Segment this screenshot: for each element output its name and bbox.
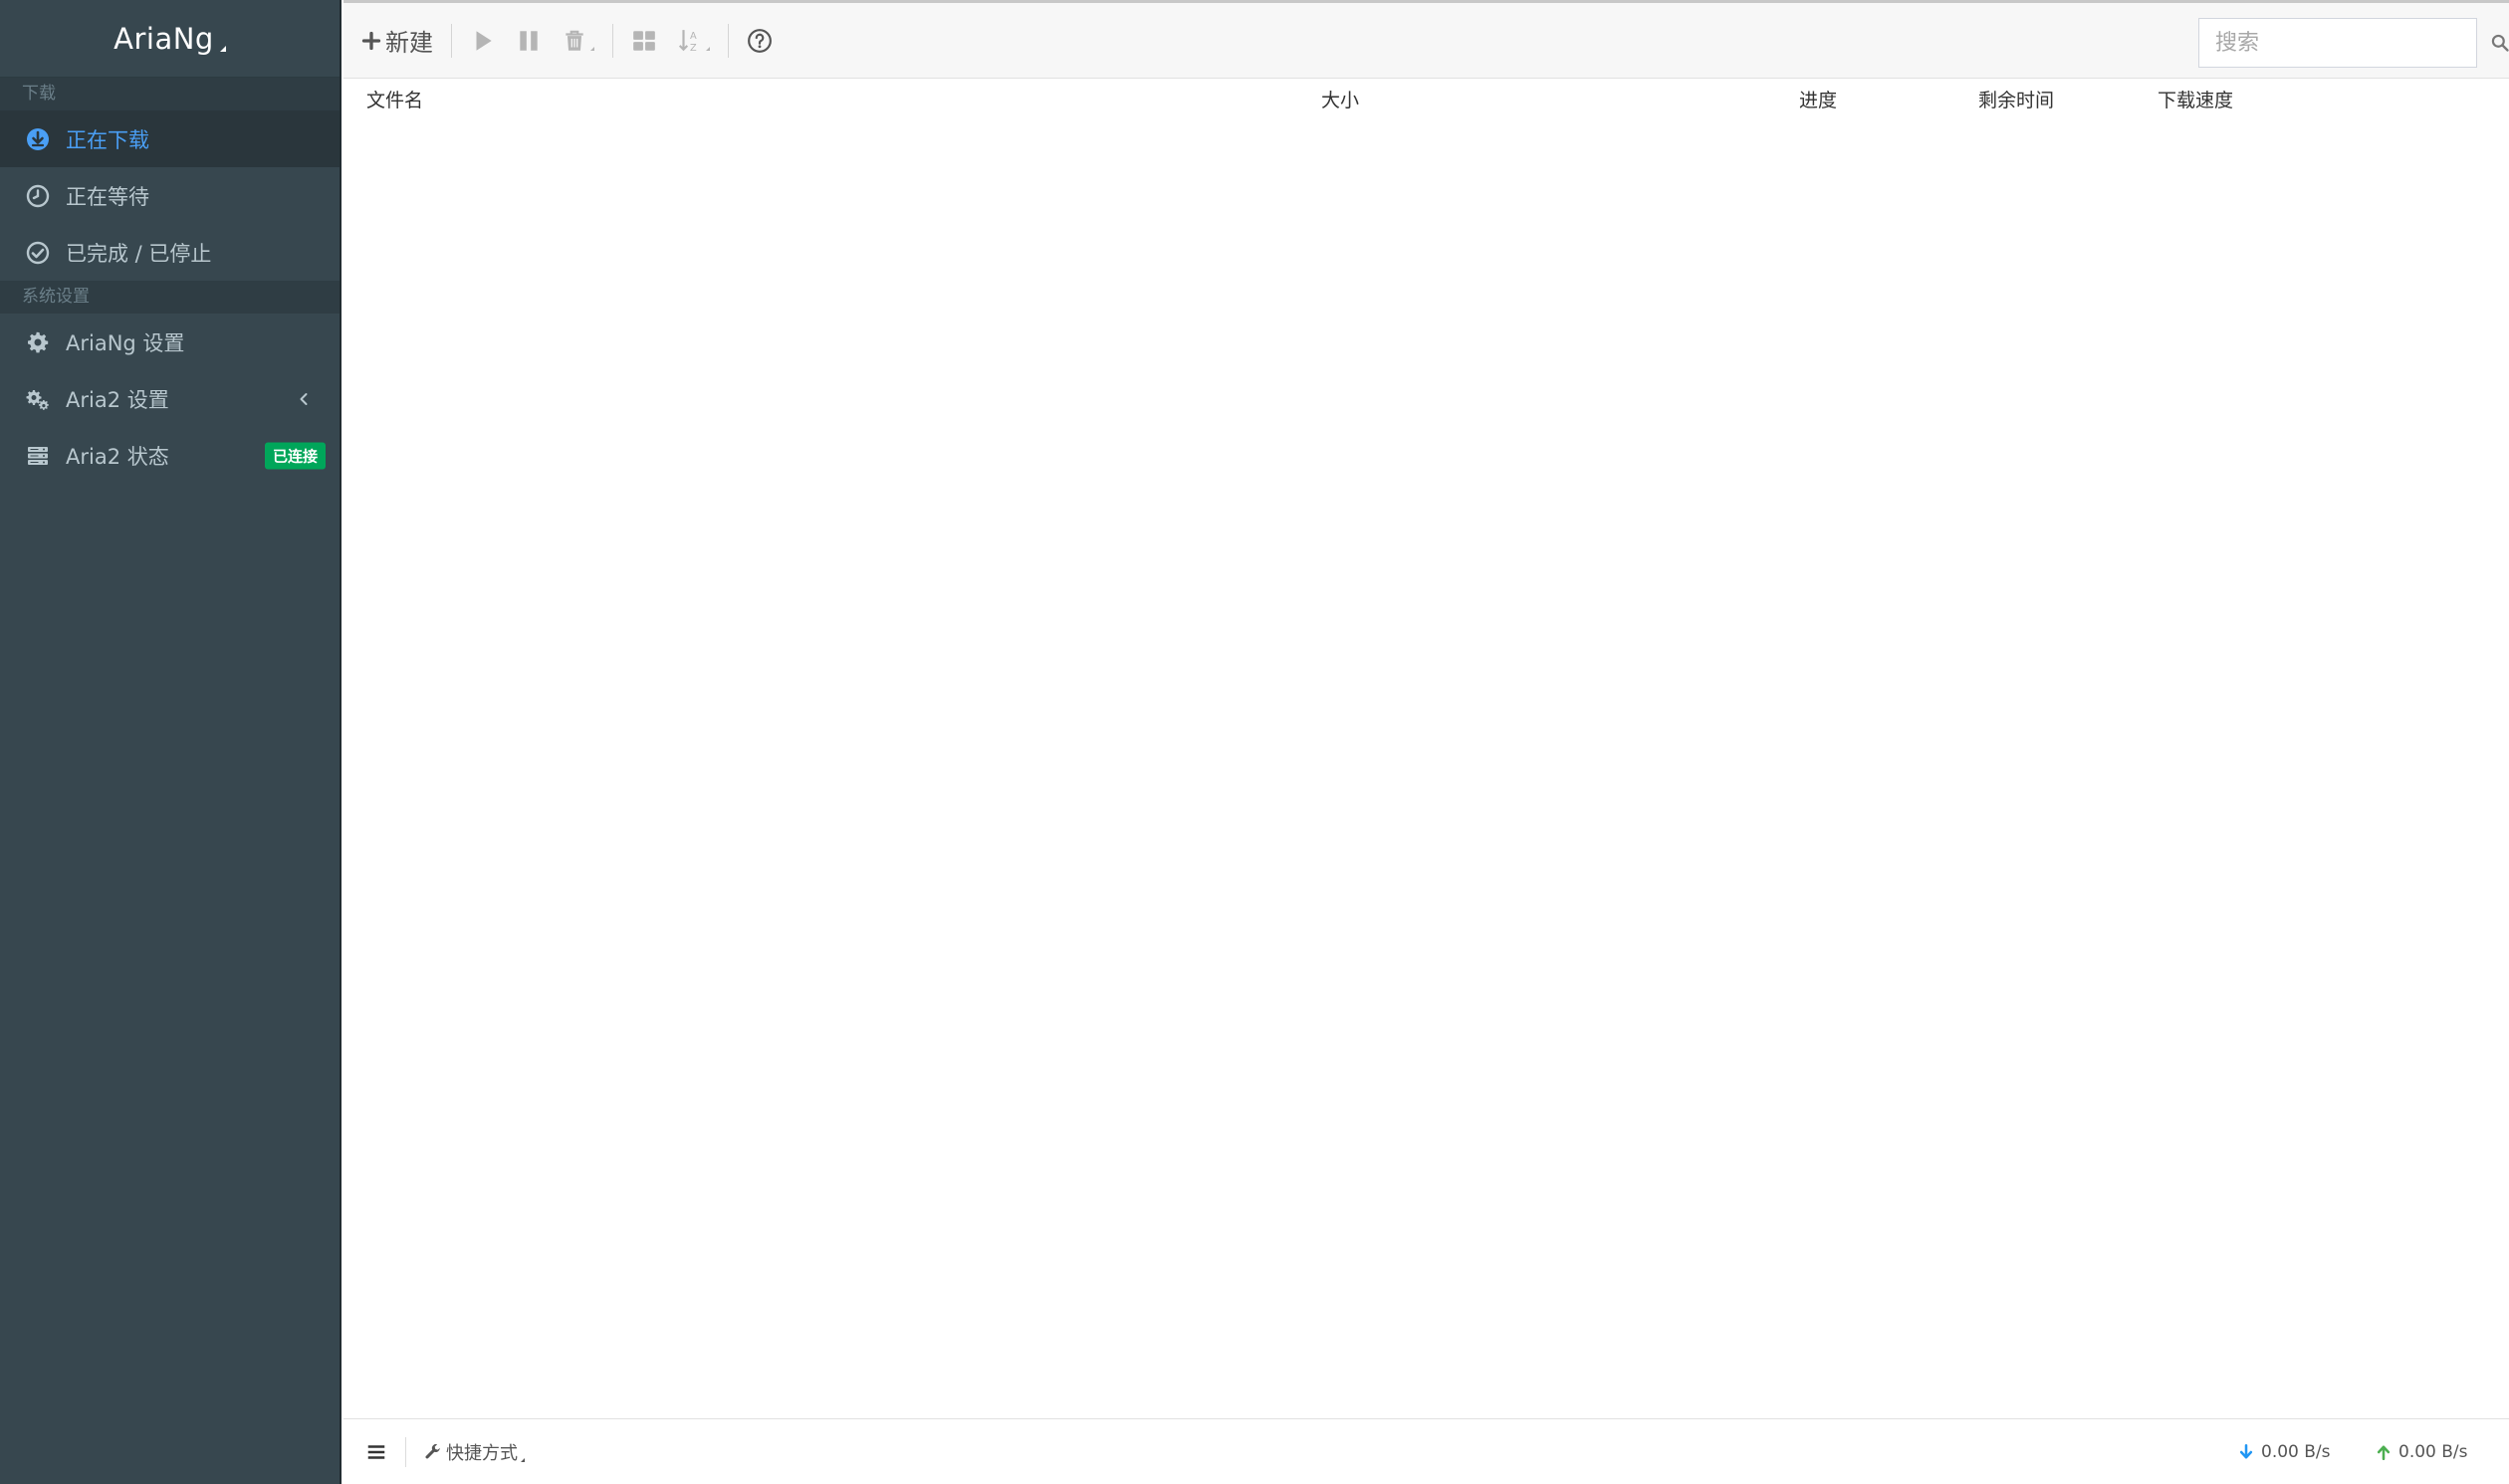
shortcut-menu[interactable]: 快捷方式 bbox=[424, 1439, 525, 1465]
server-icon bbox=[24, 442, 52, 470]
sidebar-item-label: AriaNg 设置 bbox=[66, 330, 185, 355]
nav-header-settings: 系统设置 bbox=[0, 281, 340, 314]
new-task-label: 新建 bbox=[385, 29, 433, 57]
nav-header-download: 下载 bbox=[0, 78, 340, 110]
footer-divider bbox=[405, 1436, 406, 1467]
arrow-down-icon bbox=[2239, 1443, 2253, 1459]
sidebar-item-label: Aria2 设置 bbox=[66, 387, 169, 412]
sort-button[interactable]: AZ bbox=[667, 19, 720, 63]
help-button[interactable] bbox=[737, 19, 783, 63]
sidebar-item-label: 已完成 / 已停止 bbox=[66, 241, 212, 266]
arrow-up-icon bbox=[2377, 1444, 2391, 1460]
column-filename[interactable]: 文件名 bbox=[366, 86, 423, 112]
task-table-header: 文件名 大小 进度 剩余时间 下载速度 bbox=[343, 80, 2509, 115]
question-circle-icon bbox=[748, 28, 772, 53]
search-icon[interactable] bbox=[2490, 33, 2509, 53]
toolbar-divider bbox=[451, 23, 452, 58]
select-all-button[interactable] bbox=[621, 19, 667, 63]
gears-icon bbox=[24, 385, 52, 413]
svg-text:A: A bbox=[690, 30, 697, 41]
caret-icon bbox=[521, 1457, 525, 1462]
check-circle-icon bbox=[24, 239, 52, 267]
new-task-button[interactable]: 新建 bbox=[351, 19, 443, 63]
column-download-speed[interactable]: 下载速度 bbox=[2158, 86, 2233, 112]
plus-icon bbox=[361, 31, 381, 50]
start-button[interactable] bbox=[460, 19, 506, 63]
sidebar-item-label: 正在等待 bbox=[66, 184, 149, 209]
menu-icon[interactable] bbox=[365, 1441, 387, 1463]
download-speed-indicator: 0.00 B/s bbox=[2237, 1442, 2331, 1462]
sidebar-item-waiting[interactable]: 正在等待 bbox=[0, 167, 340, 224]
caret-icon bbox=[706, 46, 710, 51]
toolbar-divider bbox=[728, 23, 729, 58]
download-speed-value: 0.00 B/s bbox=[2261, 1441, 2331, 1462]
sidebar: AriaNg 下载 正在下载 正在等待 已完成 / 已停止 系统设置 AriaN… bbox=[0, 0, 342, 1484]
search-input[interactable] bbox=[2199, 19, 2490, 67]
trash-icon bbox=[566, 30, 583, 51]
brand-title: AriaNg bbox=[114, 21, 214, 56]
column-remaining-time[interactable]: 剩余时间 bbox=[1978, 86, 2054, 112]
delete-button[interactable] bbox=[552, 19, 604, 63]
task-list-area bbox=[343, 115, 2509, 1418]
play-icon bbox=[476, 30, 492, 51]
status-badge: 已连接 bbox=[264, 442, 326, 469]
chevron-left-icon bbox=[300, 392, 308, 405]
shortcut-label: 快捷方式 bbox=[446, 1442, 518, 1464]
sort-alpha-icon: AZ bbox=[678, 29, 697, 53]
column-size[interactable]: 大小 bbox=[1321, 86, 1359, 112]
toolbar: 新建 AZ bbox=[343, 3, 2509, 79]
footer-bar: 快捷方式 0.00 B/s 0.00 B/s bbox=[343, 1418, 2509, 1484]
brand-logo[interactable]: AriaNg bbox=[0, 0, 340, 78]
upload-speed-indicator: 0.00 B/s bbox=[2375, 1442, 2468, 1462]
clock-icon bbox=[24, 182, 52, 210]
sidebar-item-downloading[interactable]: 正在下载 bbox=[0, 110, 340, 167]
sidebar-item-label: 正在下载 bbox=[66, 127, 149, 152]
search-box bbox=[2198, 18, 2509, 68]
brand-caret-icon bbox=[219, 45, 226, 52]
pause-button[interactable] bbox=[506, 19, 552, 63]
sidebar-item-ariang-settings[interactable]: AriaNg 设置 bbox=[0, 314, 340, 370]
gear-icon bbox=[24, 328, 52, 356]
svg-text:Z: Z bbox=[690, 42, 697, 53]
sidebar-item-label: Aria2 状态 bbox=[66, 444, 169, 469]
sidebar-item-aria2-status[interactable]: Aria2 状态 已连接 bbox=[0, 427, 340, 484]
sidebar-item-stopped[interactable]: 已完成 / 已停止 bbox=[0, 224, 340, 281]
caret-icon bbox=[590, 46, 594, 51]
download-circle-icon bbox=[24, 125, 52, 153]
th-large-icon bbox=[633, 30, 655, 51]
sidebar-item-aria2-settings[interactable]: Aria2 设置 bbox=[0, 370, 340, 427]
column-progress[interactable]: 进度 bbox=[1799, 86, 1837, 112]
wrench-icon bbox=[425, 1443, 440, 1458]
upload-speed-value: 0.00 B/s bbox=[2398, 1441, 2468, 1462]
toolbar-divider bbox=[612, 23, 613, 58]
pause-icon bbox=[520, 30, 538, 51]
